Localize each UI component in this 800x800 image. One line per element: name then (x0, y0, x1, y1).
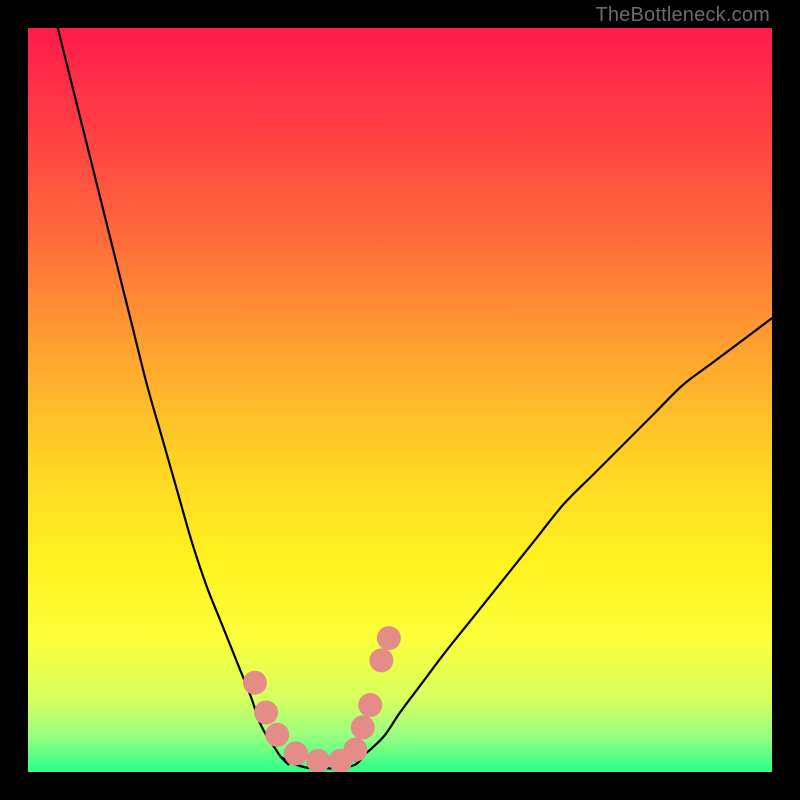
bottleneck-chart (28, 28, 772, 772)
marker-dot (243, 671, 267, 695)
marker-dot (284, 741, 308, 765)
marker-dot (254, 700, 278, 724)
marker-dot (377, 626, 401, 650)
gradient-background (28, 28, 772, 772)
marker-dot (351, 715, 375, 739)
plot-area (28, 28, 772, 772)
chart-frame: TheBottleneck.com (0, 0, 800, 800)
marker-dot (358, 693, 382, 717)
marker-dot (306, 749, 330, 772)
marker-dot (343, 738, 367, 762)
marker-dot (369, 648, 393, 672)
watermark-text: TheBottleneck.com (595, 4, 770, 27)
marker-dot (265, 723, 289, 747)
